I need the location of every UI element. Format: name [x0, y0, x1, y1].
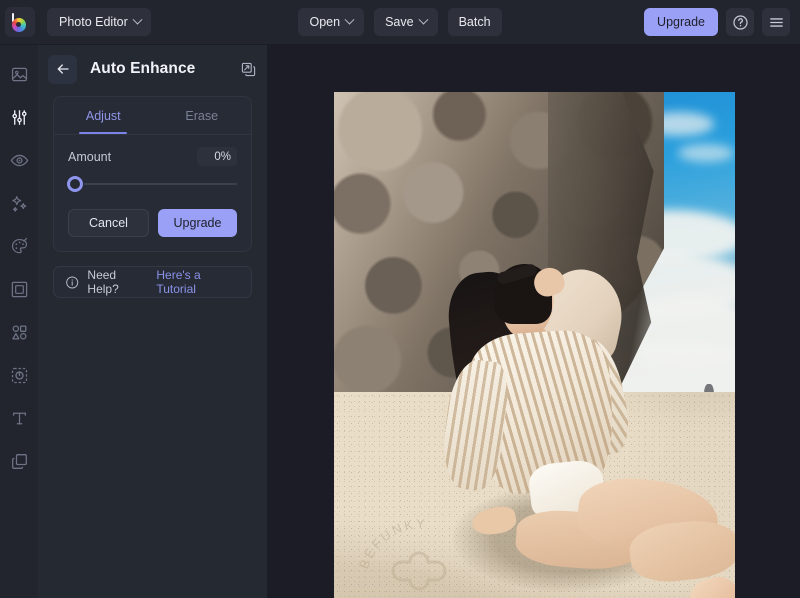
amount-value[interactable]: 0%: [197, 147, 237, 166]
photo-preview[interactable]: BEFUNKY: [334, 92, 735, 598]
duplicate-layer-button[interactable]: [240, 61, 257, 78]
app-selector-label: Photo Editor: [59, 15, 128, 29]
tool-options-panel: Auto Enhance Adjust Erase Amount 0% Canc…: [38, 45, 268, 598]
hamburger-menu-icon: [769, 17, 783, 27]
menu-button[interactable]: [762, 8, 790, 36]
tab-erase[interactable]: Erase: [153, 97, 252, 134]
eye-icon: [10, 154, 28, 166]
sidebar-item-image-tool[interactable]: [4, 59, 34, 89]
amount-label: Amount: [68, 149, 112, 164]
panel-action-buttons: Cancel Upgrade: [68, 209, 237, 237]
tutorial-banner[interactable]: Need Help? Here's a Tutorial: [53, 266, 252, 298]
befunky-logo-icon: [11, 12, 30, 32]
top-right-actions: Upgrade: [644, 8, 790, 36]
batch-button-label: Batch: [458, 15, 491, 29]
cancel-button[interactable]: Cancel: [68, 209, 149, 237]
adjust-card: Adjust Erase Amount 0% Cancel Upgrade: [53, 96, 252, 252]
panel-upgrade-button[interactable]: Upgrade: [158, 209, 237, 237]
slider-thumb[interactable]: [67, 176, 83, 192]
tab-erase-label: Erase: [185, 108, 219, 123]
sidebar-item-touchup-tool[interactable]: [4, 145, 34, 175]
duplicate-layers-icon: [241, 62, 256, 76]
text-t-icon: [12, 412, 26, 424]
sidebar-item-graphics-tool[interactable]: [4, 317, 34, 347]
chevron-down-icon: [344, 14, 355, 25]
svg-text:BEFUNKY: BEFUNKY: [358, 516, 427, 571]
slider-track[interactable]: [68, 183, 237, 185]
save-button[interactable]: Save: [374, 8, 438, 36]
tutorial-link[interactable]: Here's a Tutorial: [156, 268, 240, 296]
panel-tabs: Adjust Erase: [54, 97, 251, 135]
help-button[interactable]: [726, 8, 754, 36]
cutout-icon: [11, 367, 27, 383]
amount-slider[interactable]: [67, 175, 237, 193]
upgrade-button-label: Upgrade: [657, 15, 705, 29]
sidebar-item-frames-tool[interactable]: [4, 274, 34, 304]
sparkles-icon: [11, 195, 26, 212]
info-circle-icon: [66, 275, 79, 289]
frame-icon: [11, 281, 27, 297]
befunky-logo-button[interactable]: [5, 7, 35, 37]
tab-adjust-label: Adjust: [85, 108, 121, 123]
amount-control: Amount 0% Cancel Upgrade: [54, 135, 251, 251]
palette-icon: [11, 237, 27, 253]
open-button-label: Open: [309, 15, 341, 29]
upgrade-button[interactable]: Upgrade: [644, 8, 718, 36]
chevron-down-icon: [132, 14, 143, 25]
sidebar-item-text-tool[interactable]: [4, 403, 34, 433]
image-icon: [11, 67, 27, 81]
tool-rail: [0, 45, 38, 598]
sidebar-item-overlays-tool[interactable]: [4, 360, 34, 390]
photo-editor-app: Photo Editor Open Save Batch Upgrade Aut…: [0, 0, 800, 598]
cancel-button-label: Cancel: [89, 216, 128, 230]
sidebar-item-edit-tool[interactable]: [4, 102, 34, 132]
panel-upgrade-button-label: Upgrade: [173, 216, 222, 230]
page-title: Auto Enhance: [90, 60, 196, 77]
sliders-icon: [11, 109, 27, 125]
shapes-icon: [11, 324, 26, 339]
help-circle-icon: [732, 14, 748, 30]
editor-canvas[interactable]: BEFUNKY: [268, 45, 800, 598]
layers-icon: [11, 453, 27, 469]
tab-adjust[interactable]: Adjust: [54, 97, 153, 134]
open-button[interactable]: Open: [298, 8, 365, 36]
sidebar-item-artsy-tool[interactable]: [4, 231, 34, 261]
panel-header: Auto Enhance: [38, 45, 267, 93]
arrow-left-icon: [57, 64, 69, 74]
tutorial-banner-text: Need Help?: [87, 268, 119, 296]
sidebar-item-effects-tool[interactable]: [4, 188, 34, 218]
save-button-label: Save: [385, 15, 414, 29]
back-button[interactable]: [48, 54, 77, 84]
top-toolbar: Photo Editor Open Save Batch Upgrade: [0, 0, 800, 45]
amount-row: Amount 0%: [68, 147, 237, 166]
app-selector-dropdown[interactable]: Photo Editor: [47, 8, 151, 36]
chevron-down-icon: [418, 14, 429, 25]
batch-button[interactable]: Batch: [447, 8, 502, 36]
sidebar-item-layers-tool[interactable]: [4, 446, 34, 476]
